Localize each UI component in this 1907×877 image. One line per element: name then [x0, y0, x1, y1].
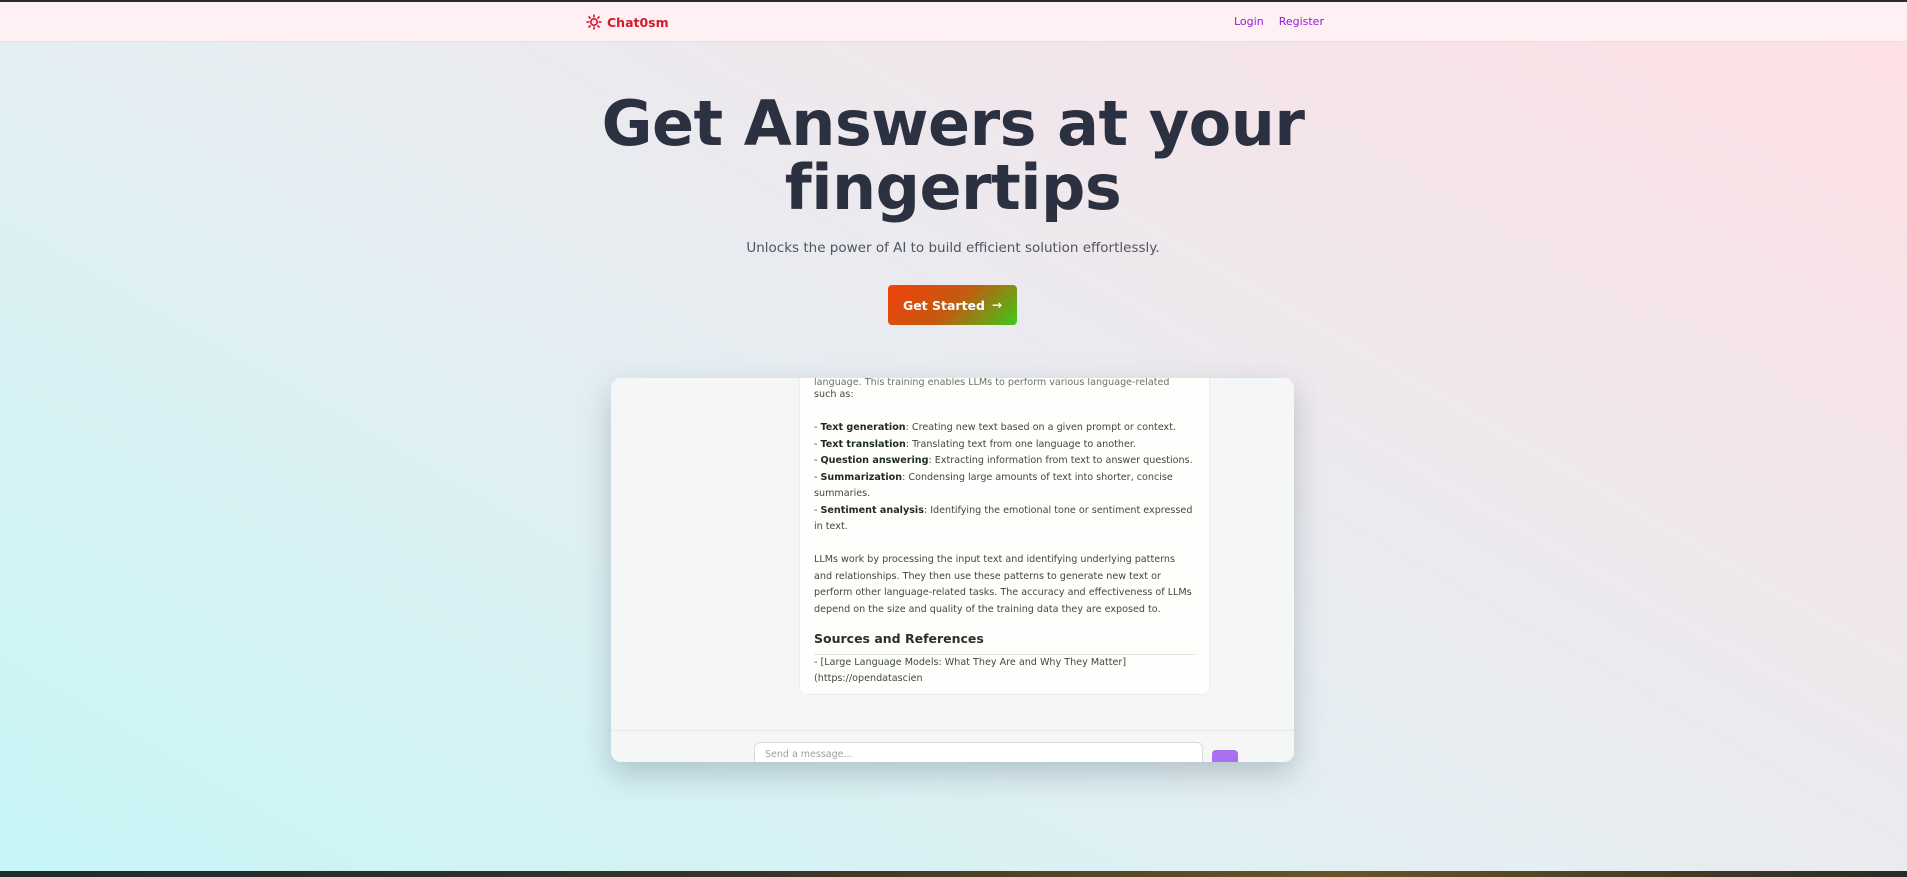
list-item: - Question answering: Extracting informa… [814, 455, 1193, 466]
list-item: - Summarization: Condensing large amount… [814, 471, 1173, 500]
composer-divider [611, 730, 1294, 731]
get-started-label: Get Started [902, 297, 985, 313]
register-link[interactable]: Register [1279, 15, 1324, 28]
taskbar-strip [0, 871, 1907, 877]
list-item: - Text generation: Creating new text bas… [814, 422, 1177, 433]
brand[interactable]: Chat0sm [586, 14, 669, 30]
list-item: - Sentiment analysis: Identifying the em… [814, 504, 1193, 533]
nav-links: Login Register [1234, 15, 1324, 28]
assistant-message: language. This training enables LLMs to … [799, 378, 1210, 695]
clipped-line: language. This training enables LLMs to … [814, 378, 1170, 387]
login-link[interactable]: Login [1234, 15, 1264, 28]
hero-subtitle: Unlocks the power of AI to build efficie… [746, 240, 1160, 256]
send-button[interactable] [1212, 750, 1238, 762]
sources-heading: Sources and References [814, 631, 1195, 655]
get-started-button[interactable]: Get Started → [888, 285, 1017, 325]
sparkle-logo-icon [586, 14, 602, 30]
arrow-right-icon: → [991, 298, 1003, 312]
hero-title-line1: Get Answers at your [601, 87, 1305, 160]
chat-preview: language. This training enables LLMs to … [611, 378, 1294, 762]
explanation-paragraph: LLMs work by processing the input text a… [814, 554, 1192, 615]
hero-title-line2: fingertips [784, 151, 1122, 224]
intro-end: such as: [814, 389, 854, 400]
brand-name: Chat0sm [607, 14, 669, 30]
source-link[interactable]: - [Large Language Models: What They Are … [814, 655, 1195, 688]
navbar: Chat0sm Login Register [0, 2, 1907, 42]
list-item: - Text translation: Translating text fro… [814, 438, 1136, 450]
message-input[interactable]: Send a message... [754, 742, 1203, 762]
hero-title: Get Answers at your fingertips [553, 92, 1353, 220]
